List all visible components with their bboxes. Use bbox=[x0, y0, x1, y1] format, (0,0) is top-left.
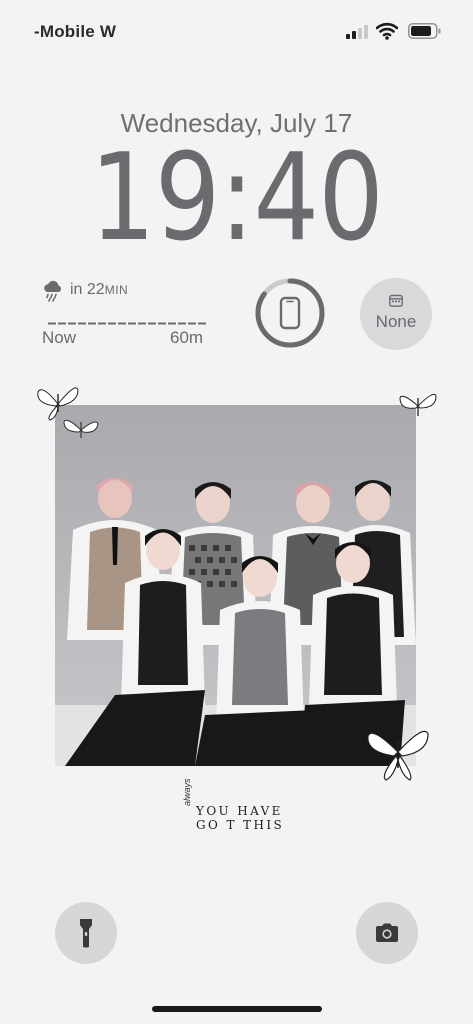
wallpaper-photo bbox=[55, 405, 416, 766]
flashlight-icon bbox=[80, 919, 92, 948]
signal-strength-icon bbox=[346, 25, 368, 39]
flashlight-button[interactable] bbox=[55, 902, 117, 964]
cloud-rain-icon bbox=[44, 280, 61, 302]
rain-eta-value: in 22 bbox=[70, 281, 105, 298]
rain-forecast-widget[interactable]: in 22MIN Now 60m bbox=[42, 278, 212, 348]
rain-intensity-line bbox=[48, 322, 208, 325]
quote-line-1: YOU HAVE bbox=[196, 804, 283, 818]
calendar-next-event: None bbox=[375, 312, 417, 331]
carrier-name: -Mobile W bbox=[34, 22, 117, 41]
butterfly-decoration-icon bbox=[367, 730, 429, 781]
calendar-icon bbox=[389, 294, 403, 307]
camera-button[interactable] bbox=[356, 902, 418, 964]
butterfly-decoration-icon bbox=[399, 393, 437, 416]
quote-script-word: always bbox=[182, 778, 192, 806]
camera-icon bbox=[376, 923, 398, 942]
quote-line-2: GO T THIS bbox=[196, 818, 285, 832]
rain-eta-unit: MIN bbox=[104, 283, 129, 297]
lock-screen: { "status_bar": { "carrier": "-Mobile W"… bbox=[0, 0, 473, 1024]
battery-icon bbox=[408, 23, 441, 39]
calendar-widget[interactable]: None bbox=[360, 278, 432, 350]
wifi-icon bbox=[376, 22, 398, 40]
rain-end-label: 60m bbox=[170, 328, 204, 347]
rain-eta: in 22MIN bbox=[70, 281, 128, 299]
phone-icon bbox=[279, 296, 301, 330]
wallpaper-quote: always YOU HAVE GO T THIS bbox=[182, 778, 302, 832]
battery-level-widget[interactable] bbox=[254, 277, 326, 349]
home-indicator[interactable] bbox=[152, 1006, 322, 1012]
group-photo-illustration bbox=[55, 405, 416, 766]
lock-time: 19:40 bbox=[89, 129, 384, 268]
rain-start-label: Now bbox=[42, 328, 77, 347]
butterfly-decoration-icon bbox=[63, 419, 99, 438]
